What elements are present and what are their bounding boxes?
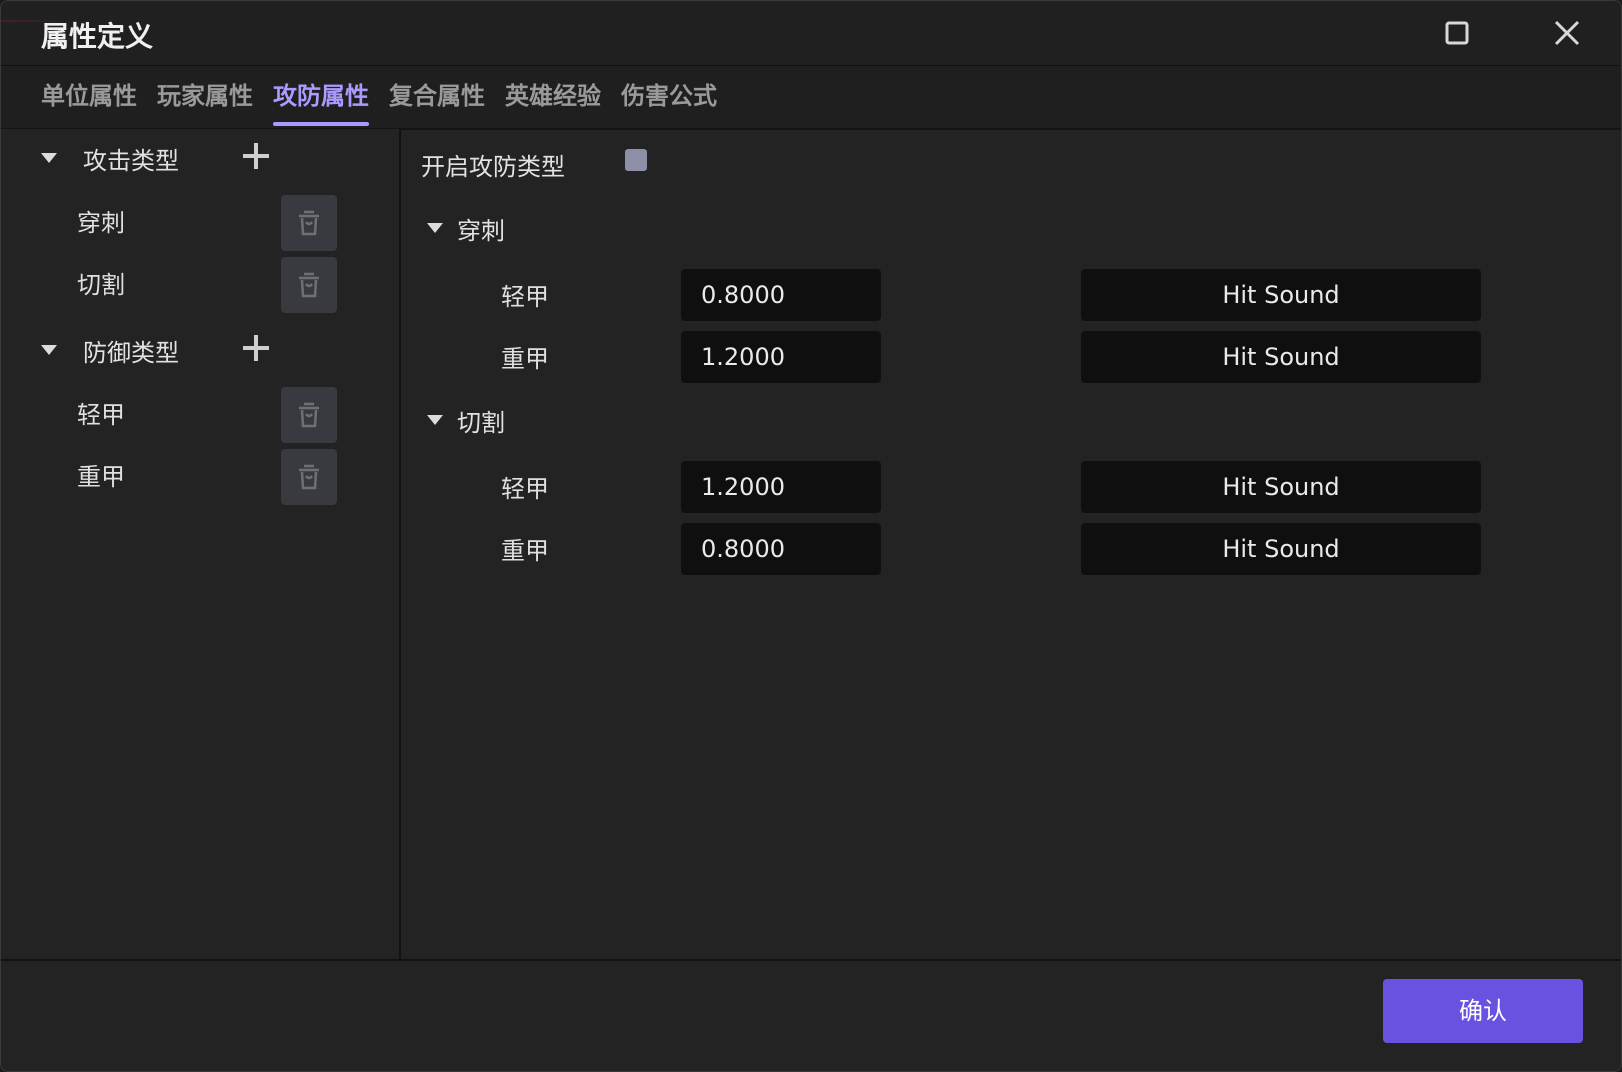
defense-type-item-heavy-armor[interactable]: 重甲 [77, 457, 125, 492]
attack-type-label: 攻击类型 [83, 147, 179, 175]
add-attack-type-button[interactable] [239, 139, 273, 173]
tab-attack-defense-attributes[interactable]: 攻防属性 [273, 80, 369, 126]
chevron-down-icon[interactable] [427, 223, 443, 233]
attribute-definition-dialog: 属性定义 单位属性 玩家属性 攻防属性 复合属性 英雄经验 伤害公式 攻击类型 [0, 0, 1622, 1072]
hit-sound-button[interactable]: Hit Sound [1081, 331, 1481, 383]
close-icon [1554, 20, 1580, 46]
defense-type-group-header[interactable]: 防御类型 [1, 323, 399, 375]
defense-type-label: 防御类型 [83, 339, 179, 367]
title-bar: 属性定义 [1, 1, 1621, 65]
trash-icon [299, 464, 319, 490]
add-defense-type-button[interactable] [239, 331, 273, 365]
maximize-button[interactable] [1435, 13, 1479, 53]
chevron-down-icon[interactable] [41, 345, 57, 355]
maximize-icon [1445, 21, 1469, 45]
multiplier-input[interactable]: 0.8000 [681, 523, 881, 575]
chevron-down-icon[interactable] [41, 153, 57, 163]
type-sidebar: 攻击类型 穿刺 切割 防御类型 轻甲 重甲 [1, 129, 401, 959]
delete-pierce-button[interactable] [281, 195, 337, 251]
attack-type-item-pierce[interactable]: 穿刺 [77, 203, 125, 238]
trash-icon [299, 272, 319, 298]
hit-sound-button[interactable]: Hit Sound [1081, 523, 1481, 575]
confirm-button[interactable]: 确认 [1383, 979, 1583, 1043]
attack-type-group-header[interactable]: 攻击类型 [1, 131, 399, 183]
close-button[interactable] [1545, 13, 1589, 53]
trash-icon [299, 210, 319, 236]
multiplier-input[interactable]: 1.2000 [681, 461, 881, 513]
section-slash-label[interactable]: 切割 [457, 403, 505, 438]
trash-icon [299, 402, 319, 428]
tab-unit-attributes[interactable]: 单位属性 [41, 80, 137, 126]
tab-bar: 单位属性 玩家属性 攻防属性 复合属性 英雄经验 伤害公式 [1, 65, 1621, 130]
attack-type-item-slash[interactable]: 切割 [77, 265, 125, 300]
hit-sound-button[interactable]: Hit Sound [1081, 461, 1481, 513]
row-label: 轻甲 [501, 475, 549, 503]
tab-player-attributes[interactable]: 玩家属性 [157, 80, 253, 126]
dialog-footer: 确认 [1, 959, 1621, 1071]
defense-type-item-light-armor[interactable]: 轻甲 [77, 395, 125, 430]
row-label: 重甲 [501, 345, 549, 373]
delete-slash-button[interactable] [281, 257, 337, 313]
chevron-down-icon[interactable] [427, 415, 443, 425]
multiplier-input[interactable]: 0.8000 [681, 269, 881, 321]
tab-hero-experience[interactable]: 英雄经验 [505, 80, 601, 126]
enable-attack-defense-label: 开启攻防类型 [421, 153, 565, 181]
attack-defense-table: 开启攻防类型 穿刺 轻甲 0.8000 Hit Sound 重甲 1.2000 … [401, 129, 1621, 959]
delete-light-armor-button[interactable] [281, 387, 337, 443]
enable-attack-defense-checkbox[interactable] [625, 149, 647, 171]
dialog-title: 属性定义 [41, 20, 154, 53]
hit-sound-button[interactable]: Hit Sound [1081, 269, 1481, 321]
section-pierce-label[interactable]: 穿刺 [457, 211, 505, 246]
tab-damage-formula[interactable]: 伤害公式 [621, 80, 717, 126]
row-label: 轻甲 [501, 283, 549, 311]
multiplier-input[interactable]: 1.2000 [681, 331, 881, 383]
row-label: 重甲 [501, 537, 549, 565]
delete-heavy-armor-button[interactable] [281, 449, 337, 505]
tab-composite-attributes[interactable]: 复合属性 [389, 80, 485, 126]
